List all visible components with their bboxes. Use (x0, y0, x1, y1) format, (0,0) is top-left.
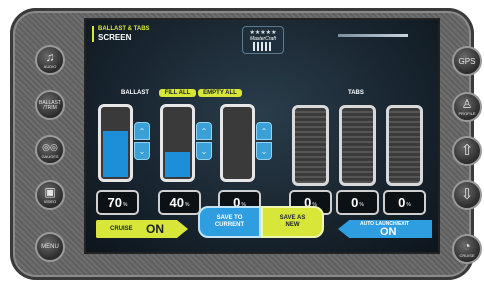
ballast-trim-button-label: BALLAST /TRIM (39, 99, 61, 111)
video-icon: ▣ (44, 185, 56, 199)
gps-button-label: GPS (458, 57, 476, 66)
cruise-gauge-button-label: CRUISE (459, 253, 475, 258)
save-as-new-button[interactable]: SAVE AS NEW (261, 206, 324, 238)
audio-button-label: AUDIO (43, 64, 57, 69)
up-button[interactable]: ⇧ (452, 136, 482, 166)
audio-button[interactable]: ♫ AUDIO (35, 45, 65, 75)
person-icon: ♙ (461, 97, 473, 111)
ballast-tank-3-down-button[interactable]: ⌄ (256, 142, 272, 160)
profile-button[interactable]: ♙ PROFILE (452, 92, 482, 122)
tab-3-percent: 0% (383, 190, 426, 215)
logo-bars (253, 42, 273, 51)
gauges-icon: ◎◎ (42, 142, 58, 152)
save-to-current-label: SAVE TO CURRENT (214, 215, 245, 228)
ballast-tank-1-down-button[interactable]: ⌄ (134, 142, 150, 160)
cruise-toggle[interactable]: CRUISE ON (96, 220, 188, 238)
ballast-tank-3-up-button[interactable]: ⌃ (256, 122, 272, 140)
screen-title: SCREEN (98, 33, 132, 42)
save-to-current-button[interactable]: SAVE TO CURRENT (198, 206, 261, 238)
ballast-tank-2-down-button[interactable]: ⌄ (196, 142, 212, 160)
down-button[interactable]: ⇩ (452, 180, 482, 210)
screen-title-small: BALLAST & TABS (98, 26, 150, 32)
empty-all-button[interactable]: EMPTY ALL (198, 89, 242, 97)
brand-logo: ★★★★★ MasterCraft (242, 26, 284, 54)
speedometer-icon: ◔ (463, 239, 471, 253)
ballast-tank-3 (220, 104, 255, 182)
ballast-tank-1-up-button[interactable]: ⌃ (134, 122, 150, 140)
percent-unit: % (123, 202, 128, 208)
tab-2-indicator (339, 105, 376, 186)
percent-unit: % (185, 202, 190, 208)
ballast-tank-2-up-button[interactable]: ⌃ (196, 122, 212, 140)
fill-all-button[interactable]: FILL ALL (159, 89, 196, 97)
percent-value: 70 (107, 195, 122, 210)
music-note-icon: ♫ (45, 50, 55, 64)
percent-unit: % (406, 202, 411, 208)
percent-unit: % (359, 202, 364, 208)
ballast-tank-2-percent: 40% (158, 190, 201, 215)
cruise-state: ON (146, 222, 164, 236)
save-as-new-label: SAVE AS NEW (279, 215, 306, 228)
up-arrow-icon: ⇧ (460, 142, 474, 159)
video-button-label: VIDEO (43, 199, 57, 204)
ballast-tank-2 (160, 104, 195, 182)
ballast-tank-2-fill (165, 152, 190, 177)
video-button[interactable]: ▣ VIDEO (35, 180, 65, 210)
menu-button[interactable]: MENU (35, 232, 65, 262)
title-accent-bar (92, 26, 94, 42)
percent-value: 0 (351, 195, 359, 210)
ballast-label: BALLAST (121, 90, 149, 96)
auto-launch-toggle[interactable]: AUTO LAUNCH/EXIT ON (338, 220, 432, 238)
ballast-tank-1-fill (103, 130, 128, 177)
chevron-up-icon: ⌃ (260, 126, 268, 136)
menu-button-label: MENU (41, 244, 59, 250)
percent-value: 40 (169, 195, 184, 210)
header-progress-bar (338, 34, 408, 37)
tabs-label: TABS (348, 90, 364, 96)
tab-3-indicator (386, 105, 423, 186)
cruise-gauge-button[interactable]: ◔ CRUISE (452, 234, 482, 264)
chevron-down-icon: ⌄ (138, 146, 146, 156)
down-arrow-icon: ⇩ (460, 186, 474, 203)
profile-button-label: PROFILE (458, 111, 476, 116)
ballast-tank-1-percent: 70% (96, 190, 139, 215)
logo-stars: ★★★★★ (249, 30, 277, 36)
ballast-tank-1 (98, 104, 133, 182)
gauges-button[interactable]: ◎◎ GAUGES (35, 135, 65, 165)
tab-2-percent: 0% (336, 190, 379, 215)
auto-launch-state: ON (380, 226, 397, 238)
chevron-down-icon: ⌄ (200, 146, 208, 156)
tab-1-indicator (292, 105, 329, 186)
chevron-down-icon: ⌄ (260, 146, 268, 156)
cruise-label: CRUISE (110, 226, 133, 232)
gauges-button-label: GAUGES (41, 154, 59, 159)
ballast-trim-button[interactable]: BALLAST /TRIM (35, 90, 65, 120)
display-screen: BALLAST & TABS SCREEN ★★★★★ MasterCraft … (84, 18, 440, 254)
percent-value: 0 (398, 195, 406, 210)
gps-button[interactable]: GPS (452, 46, 482, 76)
chevron-up-icon: ⌃ (138, 126, 146, 136)
chevron-up-icon: ⌃ (200, 126, 208, 136)
